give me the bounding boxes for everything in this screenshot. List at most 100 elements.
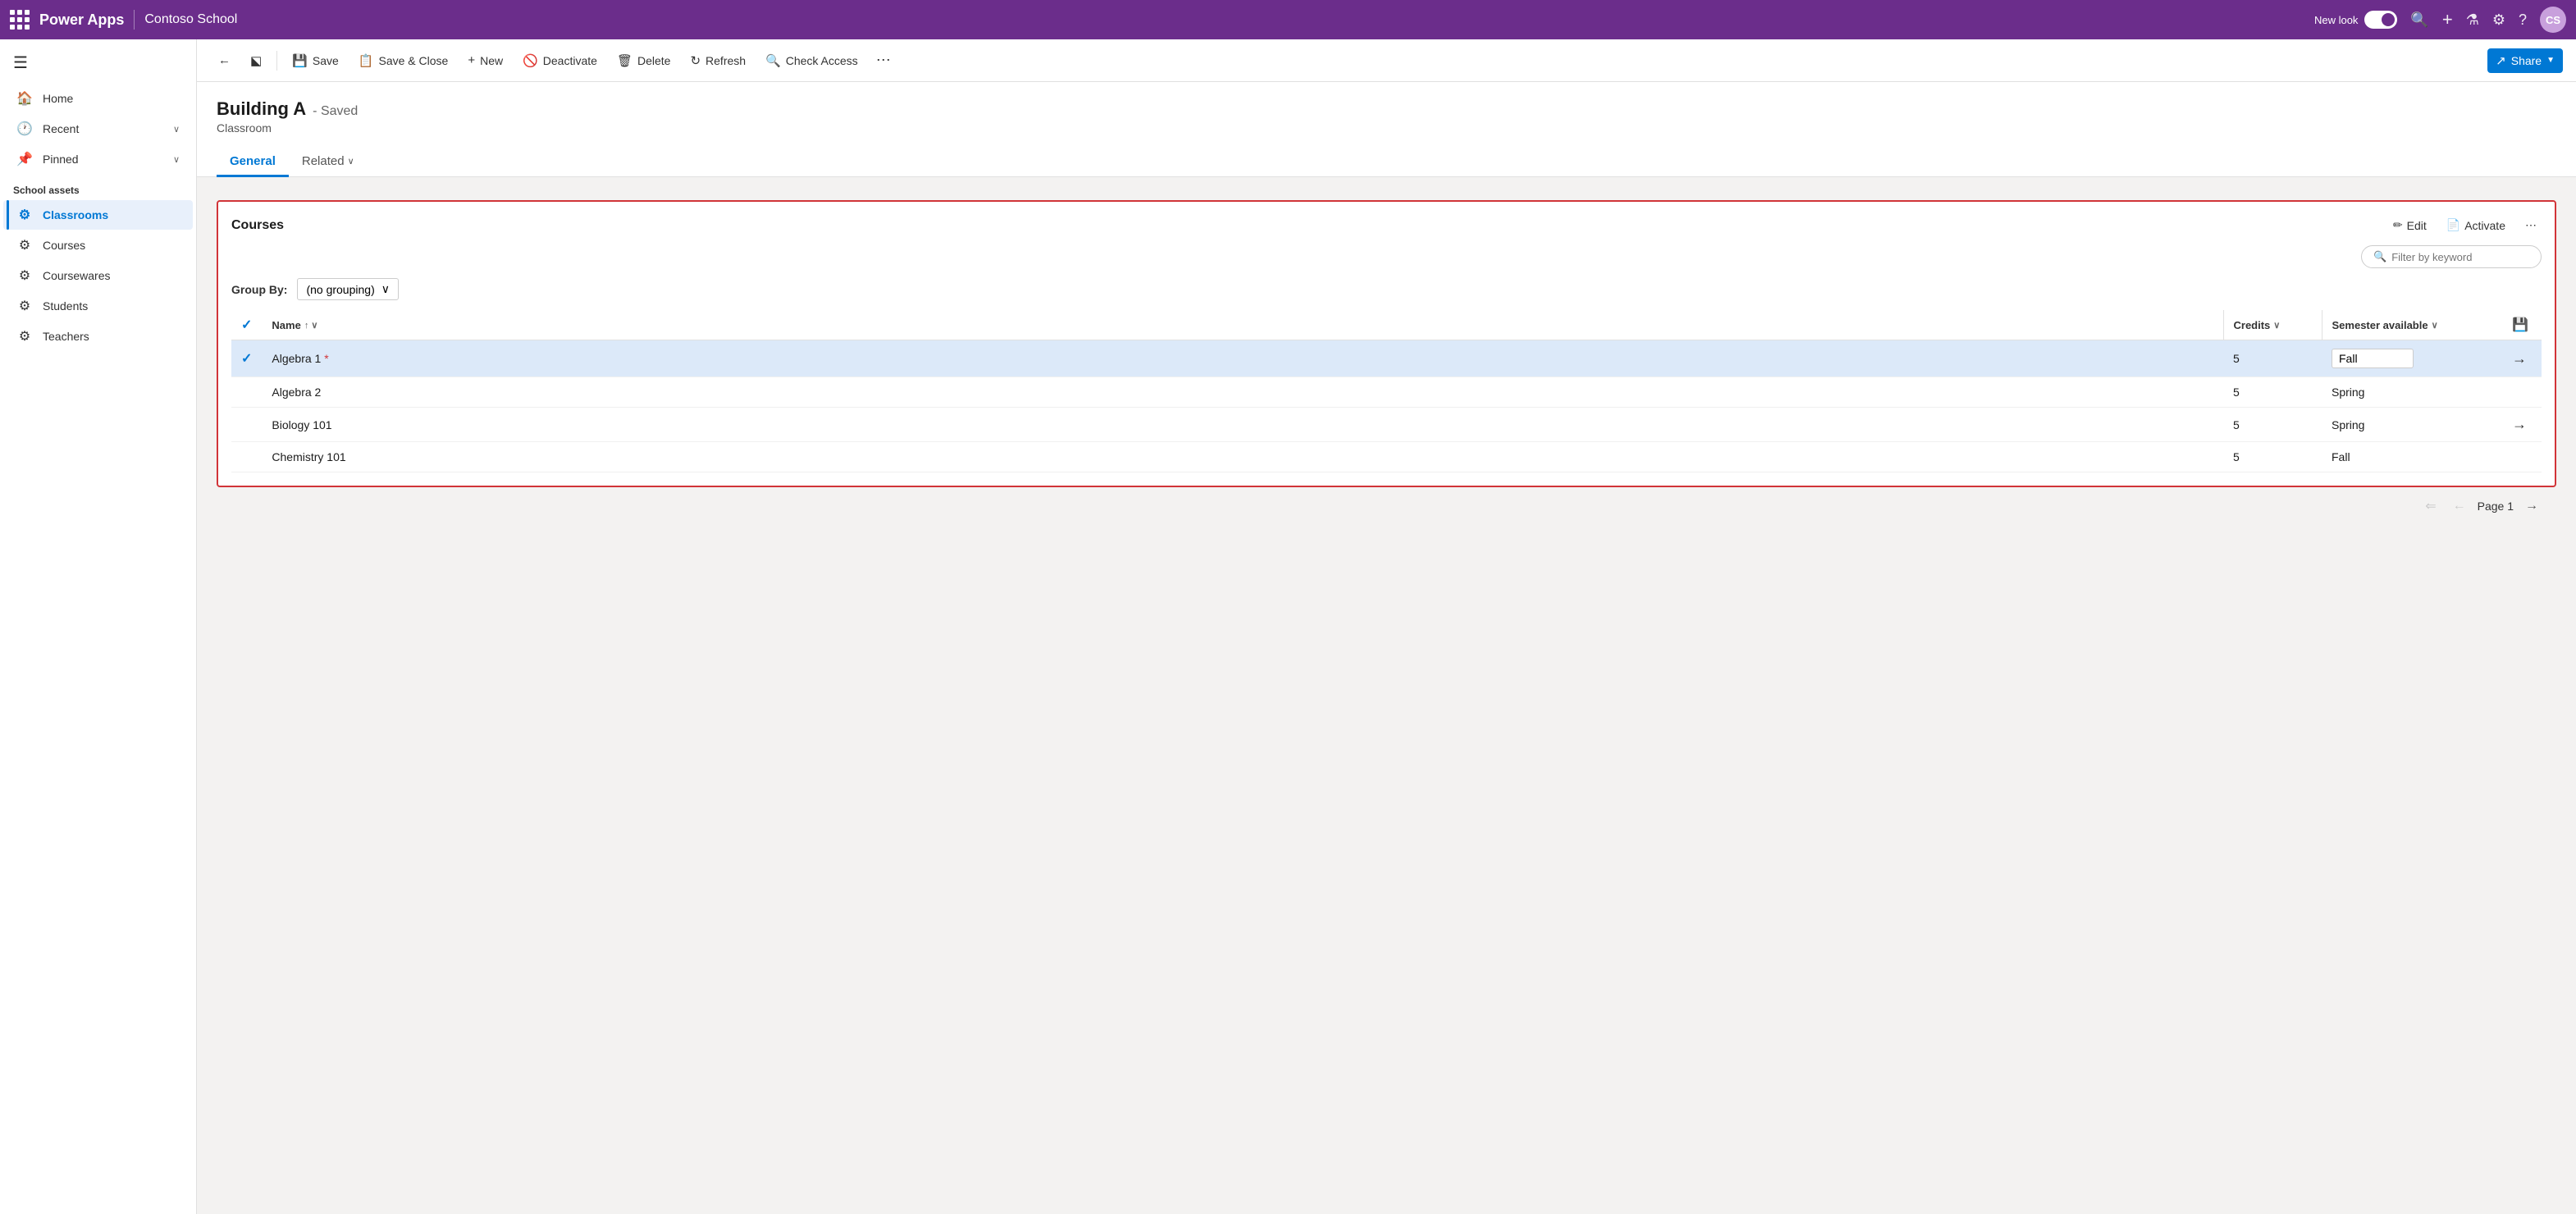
course-name: Biology 101: [272, 418, 331, 431]
classrooms-icon: ⚙: [16, 207, 33, 223]
semester-sort-icon[interactable]: ∨: [2432, 320, 2438, 331]
filter-icon[interactable]: ⚗: [2466, 11, 2479, 29]
more-icon: ⋯: [2525, 218, 2537, 232]
sidebar-item-home[interactable]: 🏠 Home: [3, 84, 193, 113]
edit-label: Edit: [2407, 219, 2427, 232]
table-row[interactable]: Chemistry 101 5 Fall: [231, 442, 2542, 472]
first-page-button[interactable]: ⇐: [2420, 495, 2441, 517]
new-button[interactable]: + New: [459, 48, 511, 72]
courses-table: ✓ Name ↑ ∨ Credits: [231, 310, 2542, 472]
row-check-cell: [231, 442, 262, 472]
row-check-cell: [231, 377, 262, 408]
save-close-button[interactable]: 📋 Save & Close: [350, 48, 457, 73]
avatar[interactable]: CS: [2540, 7, 2566, 33]
coursewares-icon: ⚙: [16, 267, 33, 284]
chevron-down-icon: ∨: [173, 124, 180, 135]
section-more-button[interactable]: ⋯: [2520, 215, 2542, 235]
col-check-header: ✓: [231, 310, 262, 340]
pagination: ⇐ ← Page 1 →: [217, 487, 2556, 525]
sidebar-item-teachers[interactable]: ⚙ Teachers: [3, 322, 193, 351]
edit-button[interactable]: ✏ Edit: [2388, 215, 2432, 235]
toolbar: ← ⬕ 💾 Save 📋 Save & Close + New 🚫 Deacti…: [197, 39, 2576, 82]
header-check-icon[interactable]: ✓: [241, 318, 252, 332]
filter-keyword-input[interactable]: [2391, 251, 2529, 263]
add-icon[interactable]: +: [2442, 9, 2453, 30]
settings-icon[interactable]: ⚙: [2492, 11, 2505, 29]
activate-button[interactable]: 📄 Activate: [2441, 215, 2510, 235]
save-rows-icon[interactable]: 💾: [2512, 318, 2528, 332]
share-icon: ↗: [2496, 53, 2506, 68]
sidebar-item-label: Courses: [43, 239, 85, 252]
share-button[interactable]: ↗ Share ▼: [2487, 48, 2563, 73]
deactivate-button[interactable]: 🚫 Deactivate: [514, 48, 605, 73]
refresh-label: Refresh: [706, 54, 746, 67]
check-access-button[interactable]: 🔍 Check Access: [757, 48, 866, 73]
prev-page-button[interactable]: ←: [2448, 496, 2471, 516]
toggle-switch[interactable]: [2364, 11, 2397, 29]
record-tabs: General Related ∨: [217, 148, 2556, 176]
courses-icon: ⚙: [16, 237, 33, 253]
sidebar-item-recent[interactable]: 🕐 Recent ∨: [3, 114, 193, 144]
row-navigate-icon[interactable]: →: [2512, 416, 2527, 432]
search-icon[interactable]: 🔍: [2410, 11, 2428, 29]
refresh-button[interactable]: ↻ Refresh: [682, 48, 754, 73]
record-name: Building A: [217, 98, 306, 120]
check-access-label: Check Access: [786, 54, 858, 67]
app-name: Contoso School: [144, 12, 237, 27]
new-look-toggle[interactable]: New look: [2314, 11, 2397, 29]
help-icon[interactable]: ?: [2519, 11, 2527, 29]
sidebar: ☰ 🏠 Home 🕐 Recent ∨ 📌 Pinned ∨ School as…: [0, 39, 197, 1214]
course-credits: 5: [2233, 386, 2240, 399]
row-nav-cell: [2502, 377, 2542, 408]
delete-button[interactable]: 🗑 Delete: [609, 48, 679, 73]
sidebar-section-header: School assets: [0, 175, 196, 199]
table-row[interactable]: Algebra 2 5 Spring: [231, 377, 2542, 408]
row-semester-cell: Spring: [2322, 408, 2502, 442]
sidebar-item-coursewares[interactable]: ⚙ Coursewares: [3, 261, 193, 290]
filter-search-icon: 🔍: [2373, 250, 2386, 263]
row-navigate-icon[interactable]: →: [2512, 350, 2527, 367]
active-indicator: [7, 200, 9, 230]
toolbar-separator: [276, 51, 277, 71]
group-by-select[interactable]: (no grouping) ∨: [297, 278, 399, 300]
sidebar-item-courses[interactable]: ⚙ Courses: [3, 230, 193, 260]
col-name-header: Name ↑ ∨: [262, 310, 2223, 340]
col-credits-header: Credits ∨: [2223, 310, 2322, 340]
name-sort-icon[interactable]: ↑ ∨: [304, 320, 318, 331]
sidebar-item-classrooms[interactable]: ⚙ Classrooms: [3, 200, 193, 230]
row-name-cell: Algebra 2: [262, 377, 2223, 408]
open-icon: ⬕: [250, 53, 262, 68]
row-credits-cell: 5: [2223, 377, 2322, 408]
sidebar-item-pinned[interactable]: 📌 Pinned ∨: [3, 144, 193, 174]
row-name-cell: Biology 101: [262, 408, 2223, 442]
waffle-menu[interactable]: [10, 10, 30, 30]
table-row[interactable]: ✓ Algebra 1 * 5: [231, 340, 2542, 377]
filter-input-container[interactable]: 🔍: [2361, 245, 2542, 268]
tab-related-label: Related: [302, 154, 345, 168]
save-icon: 💾: [292, 53, 308, 68]
next-page-button[interactable]: →: [2520, 496, 2543, 516]
tab-related[interactable]: Related ∨: [289, 148, 368, 177]
deactivate-icon: 🚫: [523, 53, 538, 68]
hamburger-menu[interactable]: ☰: [0, 46, 196, 83]
top-nav-right: New look 🔍 + ⚗ ⚙ ? CS: [2314, 7, 2566, 33]
sidebar-item-label: Classrooms: [43, 208, 108, 221]
sidebar-item-label: Pinned: [43, 153, 79, 166]
semester-col-label: Semester available: [2332, 319, 2428, 331]
sidebar-item-students[interactable]: ⚙ Students: [3, 291, 193, 321]
table-row[interactable]: Biology 101 5 Spring →: [231, 408, 2542, 442]
course-credits: 5: [2233, 418, 2240, 431]
credits-sort-icon[interactable]: ∨: [2273, 320, 2280, 331]
tab-general[interactable]: General: [217, 148, 289, 177]
back-button[interactable]: ←: [210, 48, 239, 72]
col-semester-header: Semester available ∨: [2322, 310, 2502, 340]
new-icon: +: [468, 53, 475, 67]
save-button[interactable]: 💾 Save: [284, 48, 347, 73]
row-name-cell: Chemistry 101: [262, 442, 2223, 472]
home-icon: 🏠: [16, 90, 33, 107]
semester-input[interactable]: [2332, 349, 2414, 368]
related-chevron-icon: ∨: [348, 156, 354, 167]
more-options-button[interactable]: ⋯: [870, 48, 897, 72]
open-button[interactable]: ⬕: [242, 48, 270, 73]
top-nav: Power Apps Contoso School New look 🔍 + ⚗…: [0, 0, 2576, 39]
